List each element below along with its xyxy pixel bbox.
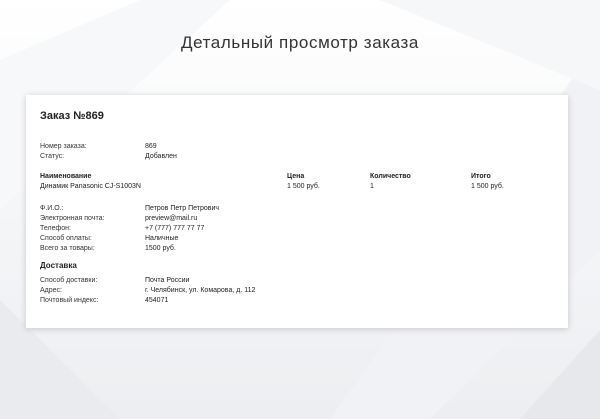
items-table: Наименование Цена Количество Итого Динам… [40, 172, 560, 192]
customer-info-row: Телефон: +7 (777) 777 77 77 [40, 224, 540, 234]
address-value: г. Челябинск, ул. Комарова, д. 112 [145, 287, 256, 294]
payment-method-value: Наличные [145, 235, 179, 242]
item-price: 1 500 руб. [287, 183, 320, 190]
order-title: Заказ №869 [40, 110, 104, 122]
customer-info-row: Способ оплаты: Наличные [40, 234, 540, 244]
item-total: 1 500 руб. [471, 183, 504, 190]
order-info-row: Статус: Добавлен [40, 152, 540, 162]
phone-label: Телефон: [40, 225, 71, 232]
order-status-label: Статус: [40, 153, 65, 160]
item-name: Динамик Panasonic CJ-S1003N [40, 183, 141, 190]
order-details-card: Заказ №869 Номер заказа: 869 Статус: Доб… [26, 95, 568, 328]
delivery-section-title: Доставка [40, 261, 77, 270]
items-table-header: Наименование Цена Количество Итого [40, 172, 560, 182]
order-number-label: Номер заказа: [40, 143, 87, 150]
customer-info-row: Всего за товары: 1500 руб. [40, 244, 540, 254]
page-title: Детальный просмотр заказа [181, 33, 419, 52]
column-header-quantity: Количество [370, 173, 411, 180]
delivery-info-row: Адрес: г. Челябинск, ул. Комарова, д. 11… [40, 286, 540, 296]
address-label: Адрес: [40, 287, 62, 294]
full-name-value: Петров Петр Петрович [145, 205, 220, 212]
delivery-info-row: Почтовый индекс: 454071 [40, 296, 540, 306]
order-info: Номер заказа: 869 Статус: Добавлен [40, 142, 540, 162]
order-info-row: Номер заказа: 869 [40, 142, 540, 152]
email-label: Электронная почта: [40, 215, 105, 222]
customer-info: Ф.И.О.: Петров Петр Петрович Электронная… [40, 204, 540, 254]
item-quantity: 1 [370, 183, 374, 190]
postal-code-value: 454071 [145, 297, 169, 304]
table-row: Динамик Panasonic CJ-S1003N 1 500 руб. 1… [40, 182, 560, 192]
column-header-total: Итого [471, 173, 491, 180]
order-status-value: Добавлен [145, 153, 177, 160]
customer-info-row: Ф.И.О.: Петров Петр Петрович [40, 204, 540, 214]
customer-info-row: Электронная почта: preview@mail.ru [40, 214, 540, 224]
payment-method-label: Способ оплаты: [40, 235, 92, 242]
column-header-price: Цена [287, 173, 305, 180]
delivery-info-row: Способ доставки: Почта России [40, 276, 540, 286]
delivery-info: Способ доставки: Почта России Адрес: г. … [40, 276, 540, 306]
email-value: preview@mail.ru [145, 215, 198, 222]
delivery-method-value: Почта России [145, 277, 190, 284]
items-total-label: Всего за товары: [40, 245, 95, 252]
phone-value: +7 (777) 777 77 77 [145, 225, 205, 232]
delivery-method-label: Способ доставки: [40, 277, 98, 284]
items-total-value: 1500 руб. [145, 245, 176, 252]
column-header-name: Наименование [40, 173, 92, 180]
order-number-value: 869 [145, 143, 157, 150]
full-name-label: Ф.И.О.: [40, 205, 64, 212]
postal-code-label: Почтовый индекс: [40, 297, 99, 304]
